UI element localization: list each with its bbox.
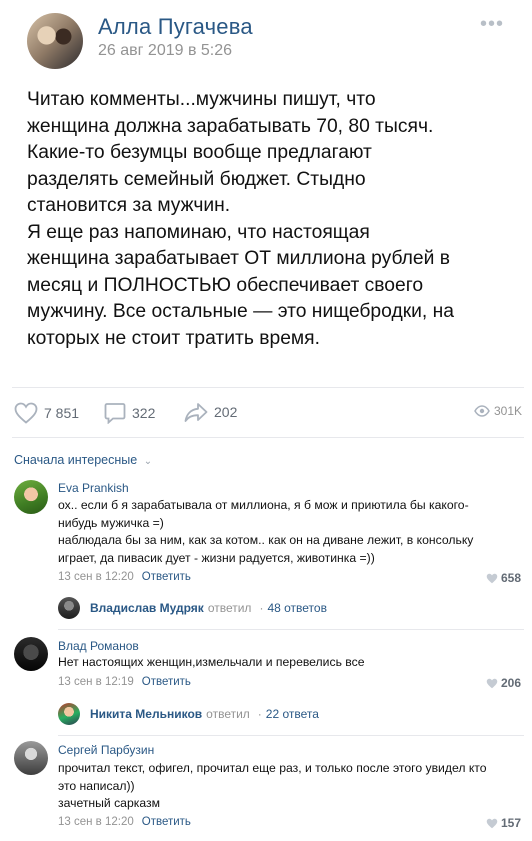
heart-icon: [486, 818, 498, 828]
reply-avatar: [58, 703, 80, 725]
view-count: 301K: [494, 404, 523, 418]
comment-like-count: 157: [501, 816, 522, 830]
comment-line: играет, да пивасик дует - жизни радуется…: [58, 550, 375, 565]
comment-line: наблюдала бы за ним, как за котом.. как …: [58, 533, 474, 547]
reply-thread-link[interactable]: Никита Мельников ответил · 22 ответа: [58, 703, 319, 725]
comment-button[interactable]: 322: [104, 402, 155, 424]
heart-icon: [486, 573, 498, 583]
comment-text: Нет настоящих женщин,измельчали и переве…: [58, 654, 528, 672]
comment-like-button[interactable]: 157: [486, 816, 521, 830]
separator-dot: ·: [257, 707, 262, 721]
comment-text: ох.. если б я зарабатывала от миллиона, …: [58, 497, 528, 567]
comment-like-button[interactable]: 658: [486, 571, 521, 585]
comment-date[interactable]: 13 сен в 12:20: [58, 816, 134, 828]
reply-thread-link[interactable]: Владислав Мудряк ответил · 48 ответов: [58, 597, 327, 619]
share-icon: [184, 403, 208, 422]
commenter-name[interactable]: Сергей Парбузин: [58, 743, 154, 757]
reply-verb: ответил: [207, 601, 252, 615]
comment-text: прочитал текст, офигел, прочитал еще раз…: [58, 760, 528, 813]
reply-count[interactable]: 48 ответов: [267, 601, 327, 615]
separator-dot: ·: [259, 601, 264, 615]
author-avatar[interactable]: [27, 13, 83, 69]
commenter-avatar[interactable]: [14, 741, 48, 775]
comment-like-count: 658: [501, 571, 522, 585]
divider: [12, 387, 524, 388]
comment-line: это написал)): [58, 778, 135, 793]
commenter-avatar[interactable]: [14, 480, 48, 514]
post-header: Алла Пугачева 26 авг 2019 в 5:26 •••: [0, 0, 532, 78]
post-text-line: женщина должна зарабатывать 70, 80 тысяч…: [27, 115, 434, 137]
divider: [58, 629, 524, 630]
post-text-line: Я еще раз напоминаю, что настоящая: [27, 221, 370, 243]
post-text-line: женщина зарабатывает ОТ миллиона рублей …: [27, 248, 451, 269]
reply-button[interactable]: Ответить: [142, 816, 191, 828]
post-text-line: Читаю комменты...мужчины пишут, что: [27, 89, 376, 110]
comment-like-button[interactable]: 206: [486, 676, 521, 690]
reply-count[interactable]: 22 ответа: [266, 707, 319, 721]
commenter-avatar[interactable]: [14, 637, 48, 671]
commenter-name[interactable]: Влад Романов: [58, 639, 139, 653]
comment-line: прочитал текст, офигел, прочитал еще раз…: [58, 761, 487, 775]
views: 301K: [474, 404, 522, 418]
comment-line: Нет настоящих женщин,измельчали и переве…: [58, 655, 365, 669]
comment-count: 322: [132, 405, 156, 421]
post-text-line: мужчину. Все остальные — это нищебродки,…: [27, 301, 454, 322]
like-count: 7 851: [44, 405, 80, 421]
comment-icon: [104, 403, 126, 424]
heart-icon: [14, 402, 38, 424]
reply-verb: ответил: [206, 707, 250, 721]
chevron-down-icon: ⌄: [143, 456, 153, 467]
post-text-line: разделять семейный бюджет. Стыдно: [27, 168, 366, 190]
reply-button[interactable]: Ответить: [142, 676, 191, 688]
comment-date[interactable]: 13 сен в 12:19: [58, 676, 134, 688]
comment-meta: 13 сен в 12:20 Ответить: [58, 816, 191, 828]
sort-label: Сначала интересные: [14, 453, 138, 467]
post-text-line: становится за мужчин.: [27, 195, 231, 216]
post-text-line: Какие-то безумцы вообще предлагают: [27, 142, 372, 163]
more-options-icon[interactable]: •••: [480, 13, 504, 36]
like-button[interactable]: 7 851: [14, 402, 79, 424]
divider: [58, 735, 524, 736]
commenter-name[interactable]: Eva Prankish: [58, 481, 129, 495]
eye-icon: [474, 405, 490, 417]
comment-like-count: 206: [501, 676, 522, 690]
comment-line: зачетный сарказм: [58, 796, 160, 810]
post-text-line: месяц и ПОЛНОСТЬЮ обеспечивает своего: [27, 274, 424, 296]
reply-button[interactable]: Ответить: [142, 571, 191, 583]
share-button[interactable]: 202: [184, 402, 237, 422]
share-count: 202: [214, 404, 238, 420]
post-text-line: которых не стоит тратить время.: [27, 327, 320, 349]
post-date[interactable]: 26 авг 2019 в 5:26: [98, 42, 232, 60]
comment-line: нибудь мужичка =): [58, 515, 164, 530]
divider: [12, 437, 524, 438]
author-name[interactable]: Алла Пугачева: [98, 14, 253, 40]
comment-meta: 13 сен в 12:19 Ответить: [58, 676, 191, 688]
comments-sort-dropdown[interactable]: Сначала интересные ⌄: [14, 453, 152, 467]
comment-line: ох.. если б я зарабатывала от миллиона, …: [58, 498, 469, 512]
reply-avatar: [58, 597, 80, 619]
comment-meta: 13 сен в 12:20 Ответить: [58, 571, 191, 583]
reply-author[interactable]: Никита Мельников: [90, 707, 202, 721]
heart-icon: [486, 678, 498, 688]
reply-author[interactable]: Владислав Мудряк: [90, 601, 204, 615]
post-text: Читаю комменты...мужчины пишут, что женщ…: [27, 87, 522, 352]
comment-date[interactable]: 13 сен в 12:20: [58, 571, 134, 583]
